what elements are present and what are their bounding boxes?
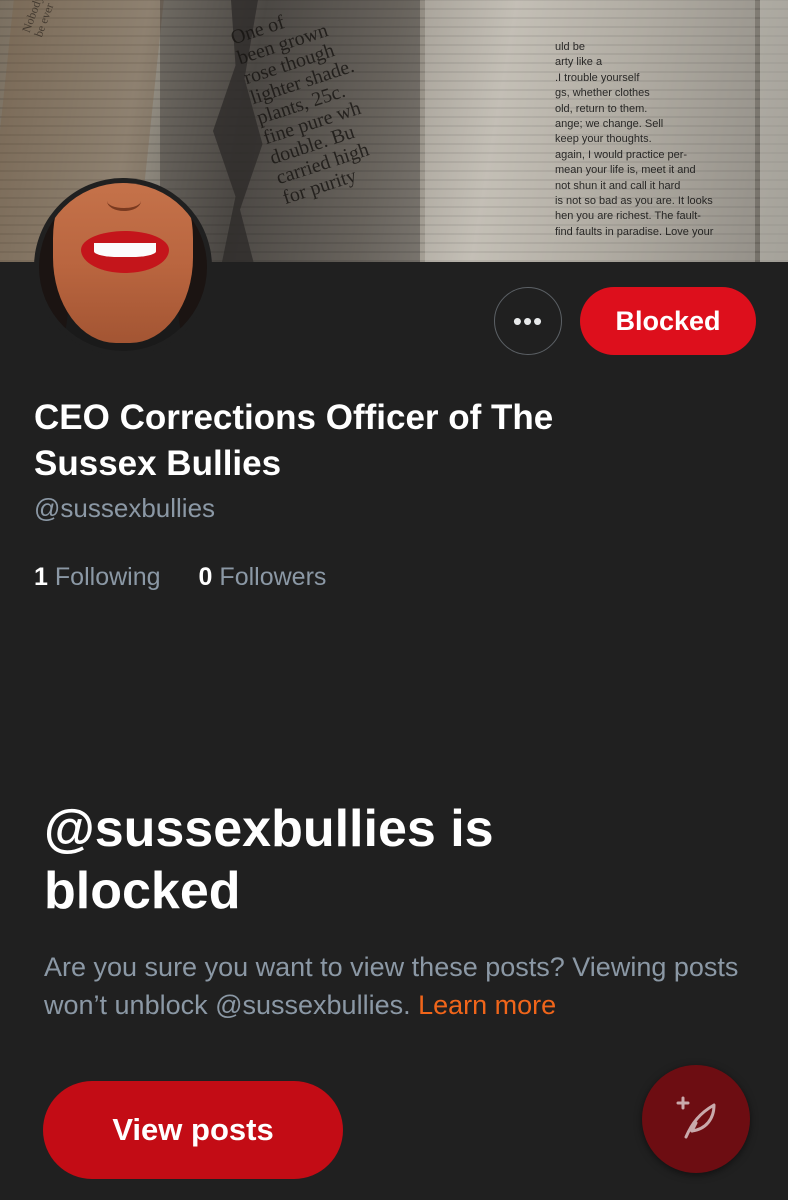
banner-strip xyxy=(760,0,788,262)
avatar-teeth xyxy=(94,243,156,257)
followers-count: 0 xyxy=(198,563,213,591)
profile-display-name: CEO Corrections Officer of The Sussex Bu… xyxy=(34,398,554,483)
followers-label: Followers xyxy=(219,563,327,591)
avatar-nose xyxy=(107,191,141,211)
profile-handle: @sussexbullies xyxy=(34,493,216,523)
avatar[interactable] xyxy=(34,178,212,356)
following-label: Following xyxy=(54,563,161,591)
banner-newspaper-text: uld be arty like a .I trouble yourself g… xyxy=(555,41,714,238)
avatar-image xyxy=(39,183,207,351)
more-options-button[interactable]: ••• xyxy=(494,287,562,355)
compose-post-icon xyxy=(676,1096,716,1139)
followers-link[interactable]: 0 Followers xyxy=(199,563,327,592)
compose-post-button[interactable] xyxy=(642,1065,750,1173)
blocked-notice-title: @sussexbullies is blocked xyxy=(44,800,494,920)
blocked-notice-description: Are you sure you want to view these post… xyxy=(44,948,744,1024)
blocked-button[interactable]: Blocked xyxy=(580,287,756,355)
following-count: 1 xyxy=(34,563,48,591)
blocked-notice-text: Are you sure you want to view these post… xyxy=(44,952,739,1020)
profile-stats: 1 Following 0 Followers xyxy=(34,563,326,592)
more-horizontal-icon: ••• xyxy=(512,305,544,336)
learn-more-link[interactable]: Learn more xyxy=(418,990,556,1020)
view-posts-button[interactable]: View posts xyxy=(43,1081,343,1179)
following-link[interactable]: 1 Following xyxy=(34,563,161,592)
